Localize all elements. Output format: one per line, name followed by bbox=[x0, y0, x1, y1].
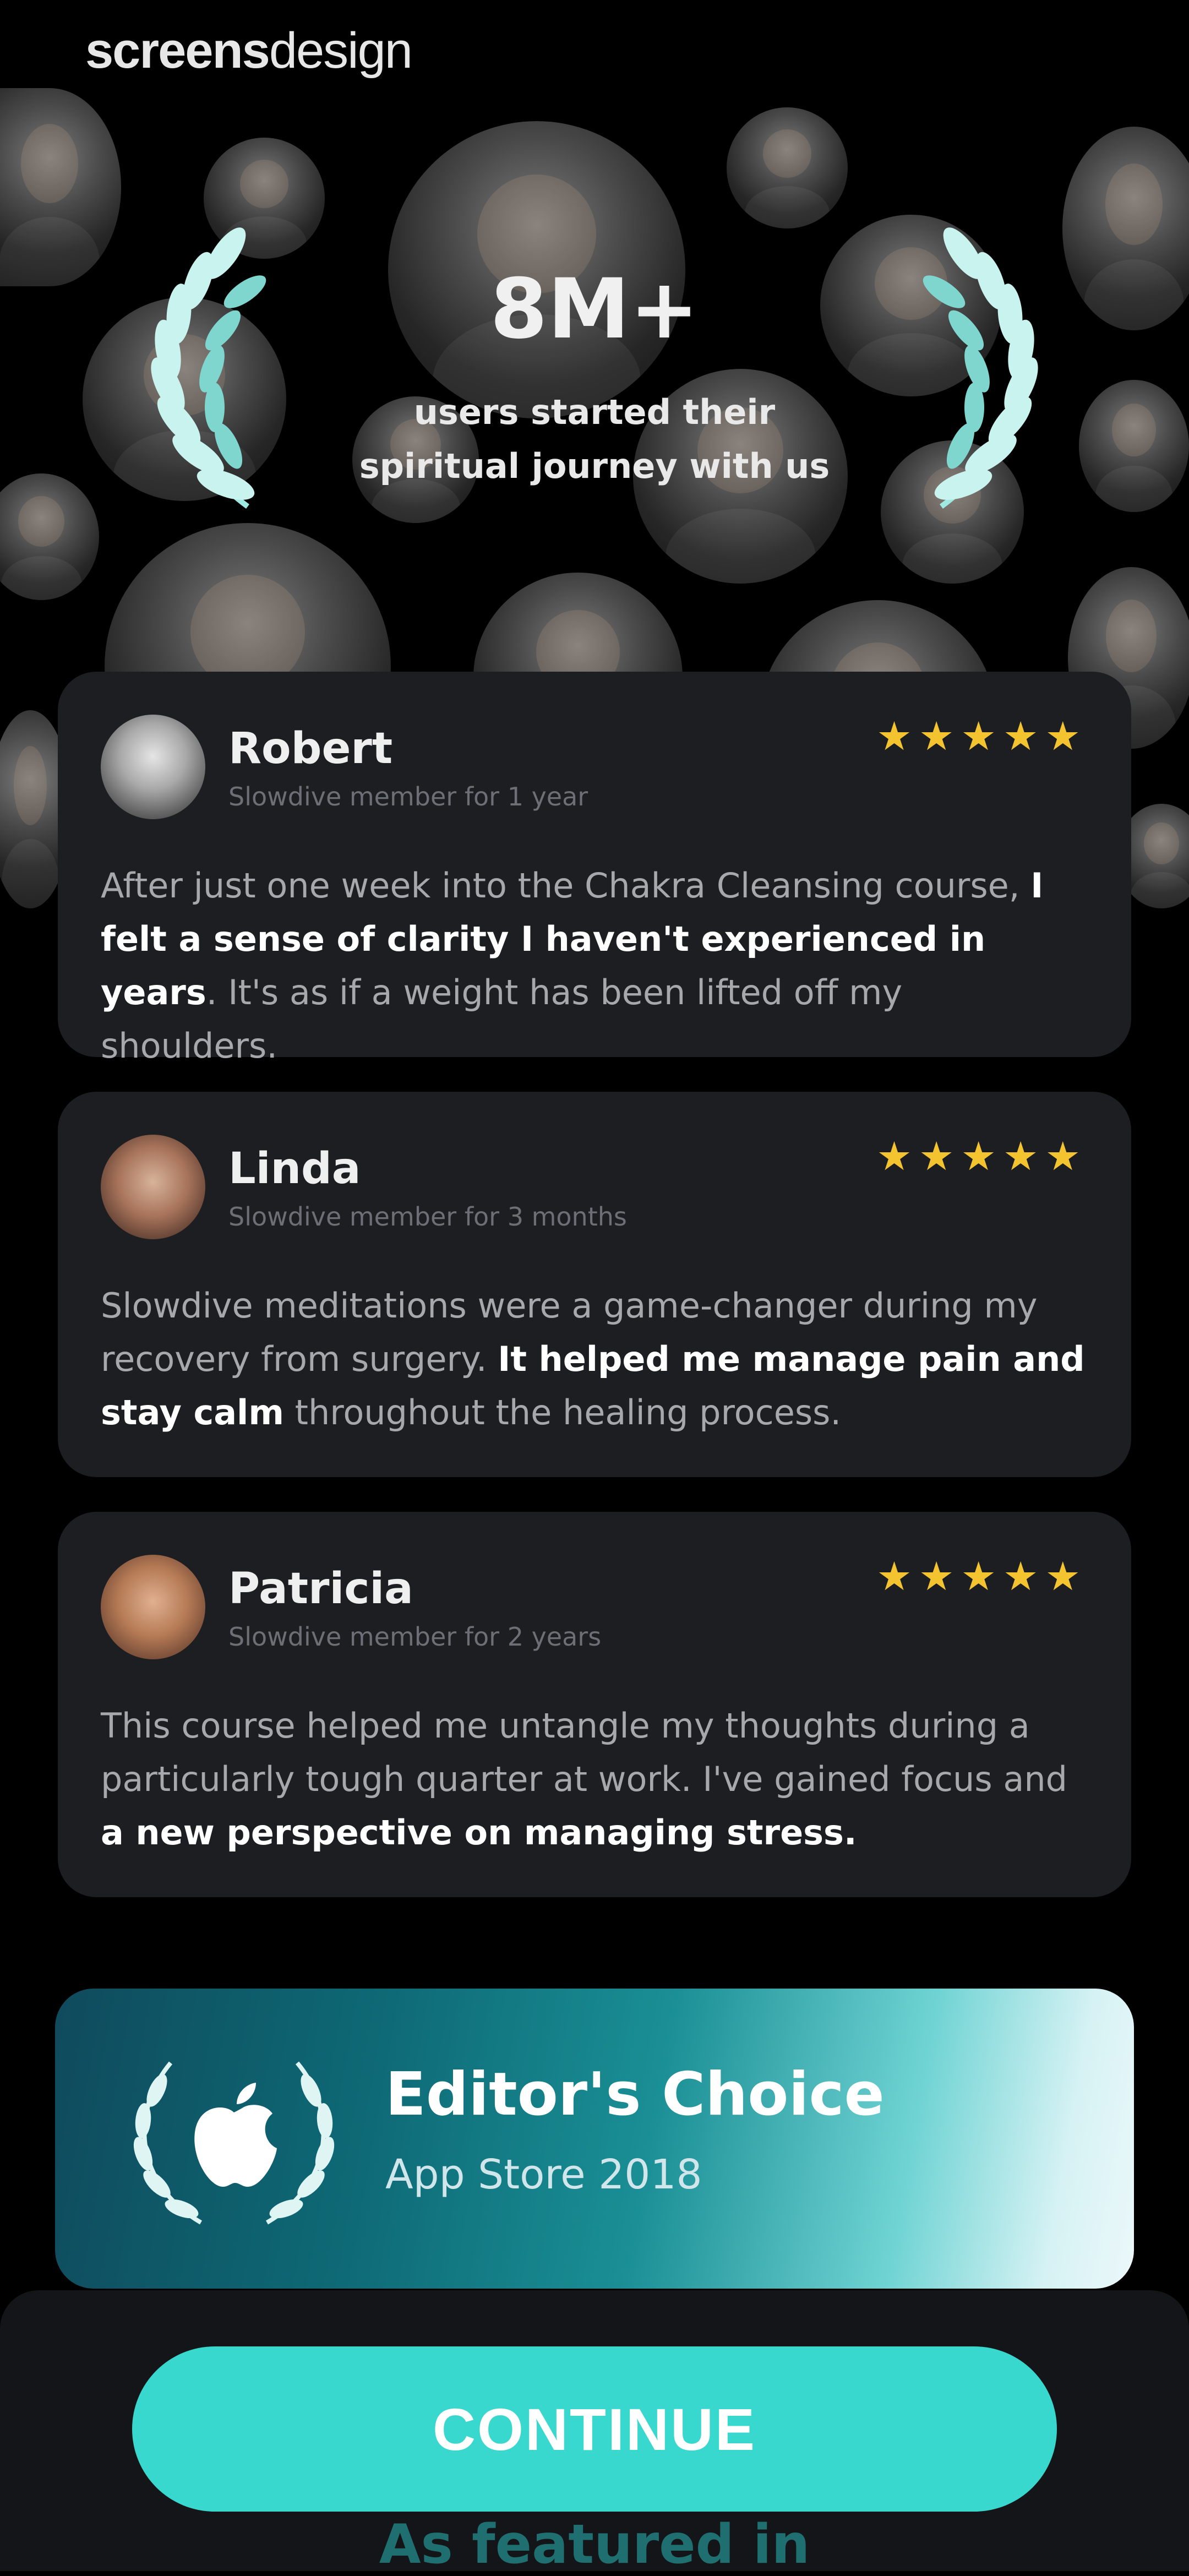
continue-button[interactable]: CONTINUE bbox=[132, 2346, 1057, 2512]
avatar bbox=[101, 1135, 205, 1239]
editors-choice-badge: Editor's Choice App Store 2018 bbox=[55, 1989, 1134, 2289]
avatar bbox=[101, 715, 205, 819]
review-card: Patricia Slowdive member for 2 years ★★★… bbox=[58, 1512, 1131, 1897]
editors-choice-subtitle: App Store 2018 bbox=[385, 2151, 702, 2198]
reviewer-name: Robert bbox=[228, 724, 393, 774]
user-photo bbox=[0, 88, 121, 286]
review-card: Robert Slowdive member for 1 year ★★★★★ … bbox=[58, 672, 1131, 1066]
reviewer-name: Linda bbox=[228, 1144, 361, 1194]
star-rating-icon: ★★★★★ bbox=[876, 713, 1087, 759]
reviewer-name: Patricia bbox=[228, 1564, 413, 1614]
review-text: After just one week into the Chakra Clea… bbox=[101, 865, 1044, 1066]
member-duration: Slowdive member for 2 years bbox=[228, 1622, 602, 1652]
user-count-stat: 8M+ bbox=[490, 262, 699, 357]
user-photo bbox=[1079, 380, 1189, 512]
star-rating-icon: ★★★★★ bbox=[876, 1133, 1087, 1179]
avatar bbox=[101, 1555, 205, 1659]
watermark-logo: screensdesign bbox=[85, 23, 413, 79]
star-rating-icon: ★★★★★ bbox=[876, 1553, 1087, 1599]
member-duration: Slowdive member for 1 year bbox=[228, 782, 588, 812]
featured-in-heading: As featured in bbox=[379, 2513, 810, 2576]
user-photo bbox=[727, 107, 848, 228]
apple-award-icon bbox=[133, 2061, 335, 2225]
review-text: This course helped me untangle my though… bbox=[101, 1706, 1067, 1853]
user-count-subtitle: users started their spiritual journey wi… bbox=[359, 392, 830, 486]
user-photo bbox=[0, 473, 99, 600]
member-duration: Slowdive member for 3 months bbox=[228, 1202, 627, 1232]
review-card: Linda Slowdive member for 3 months ★★★★★… bbox=[58, 1092, 1131, 1477]
review-text: Slowdive meditations were a game-changer… bbox=[101, 1286, 1085, 1433]
editors-choice-title: Editor's Choice bbox=[385, 2060, 885, 2129]
